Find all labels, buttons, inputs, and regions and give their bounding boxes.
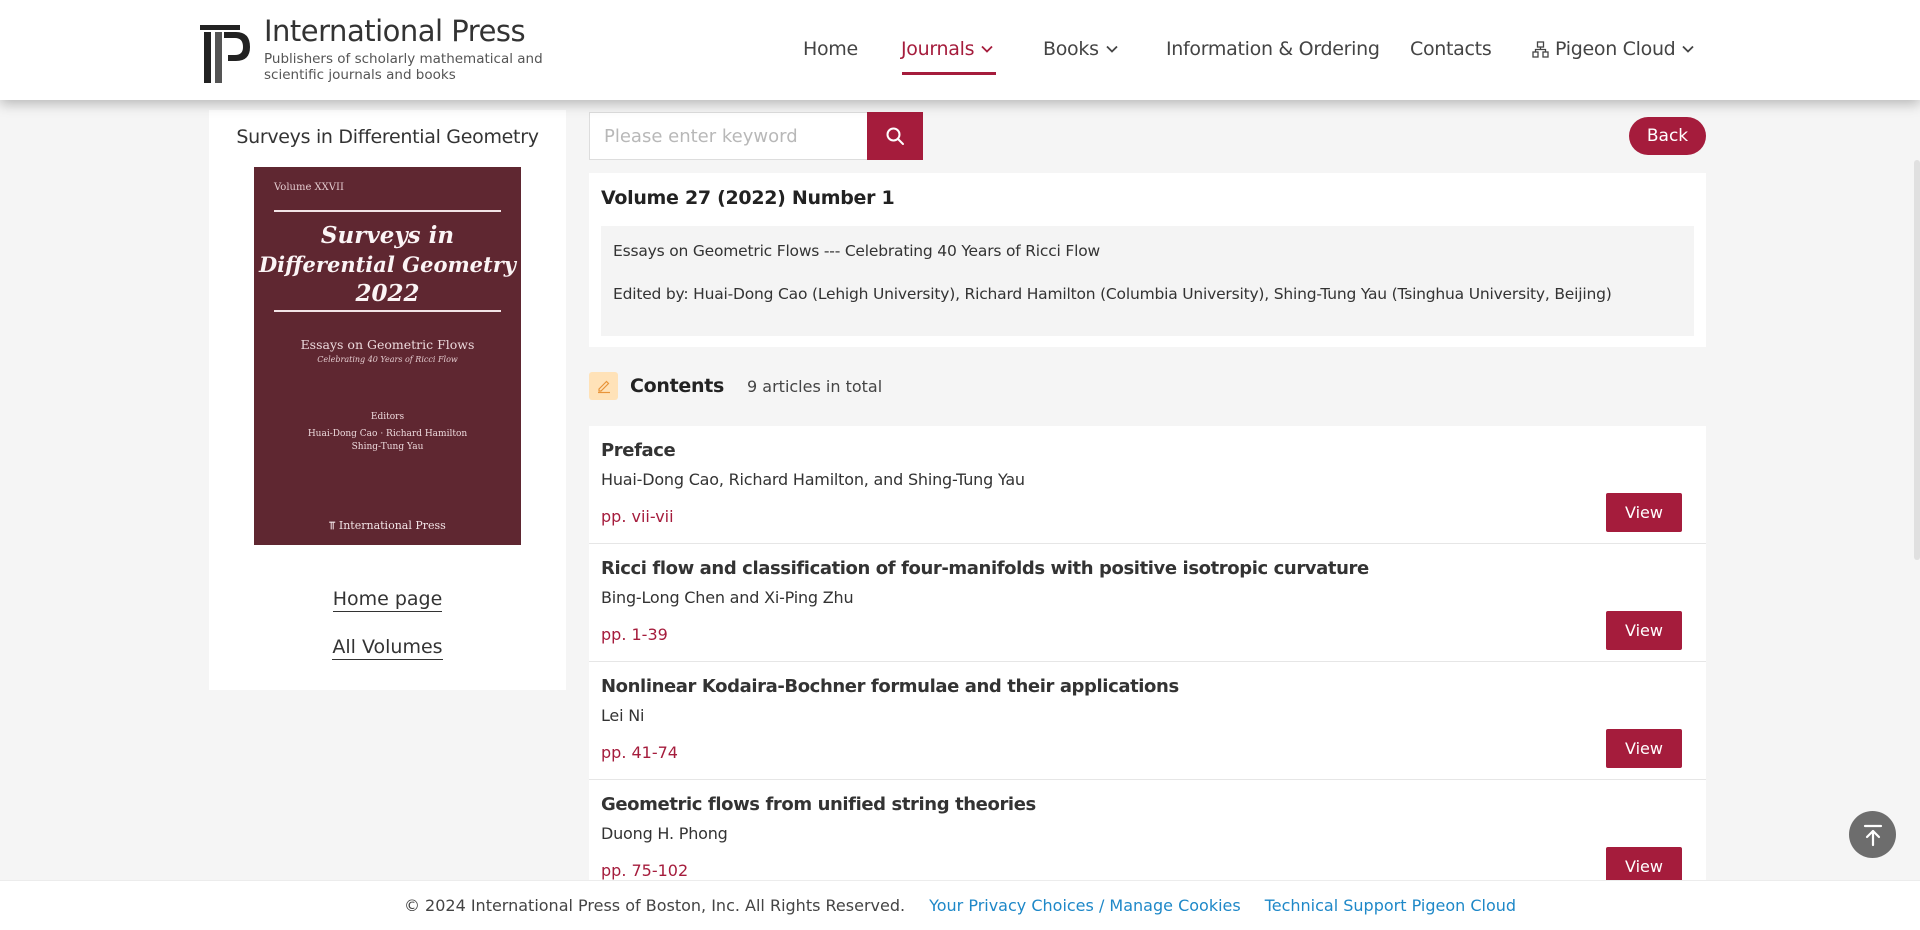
home-page-link-label: Home page — [332, 588, 443, 612]
cover-title-line3: 2022 — [355, 280, 420, 307]
article-authors: Bing-Long Chen and Xi-Ping Zhu — [601, 588, 854, 607]
view-button[interactable]: View — [1606, 611, 1682, 650]
nav-contacts-label: Contacts — [1410, 38, 1492, 60]
search-button[interactable] — [867, 112, 923, 160]
cover-title-line2: Differential Geometry — [258, 252, 517, 277]
privacy-choices-link[interactable]: Your Privacy Choices / Manage Cookies — [929, 896, 1241, 915]
nav-journals-label: Journals — [901, 38, 975, 60]
arrow-up-to-top-icon — [1863, 824, 1882, 846]
cover-divider — [274, 310, 501, 312]
nav-pigeon-label: Pigeon Cloud — [1555, 38, 1676, 60]
contents-label: Contents — [630, 375, 725, 397]
main-nav: Home Journals Books Information & Orderi… — [0, 38, 1920, 68]
search-input[interactable] — [589, 112, 868, 160]
issue-editors: Edited by: Huai-Dong Cao (Lehigh Univers… — [613, 285, 1612, 303]
journal-cover-image: Volume XXVII Surveys in Differential Geo… — [254, 167, 521, 545]
site-header: International Press Publishers of schola… — [0, 0, 1920, 100]
article-pages: pp. vii-vii — [601, 507, 674, 526]
article-title[interactable]: Ricci flow and classification of four-ma… — [601, 558, 1369, 579]
article-title[interactable]: Preface — [601, 440, 676, 461]
nav-contacts[interactable]: Contacts — [1410, 38, 1492, 60]
article-authors: Huai-Dong Cao, Richard Hamilton, and Shi… — [601, 470, 1025, 489]
journal-title: Surveys in Differential Geometry — [236, 126, 539, 148]
cover-divider — [274, 210, 501, 212]
chevron-down-icon — [981, 45, 993, 53]
cover-publisher: ⫪ International Press — [254, 519, 521, 533]
issue-title: Volume 27 (2022) Number 1 — [601, 187, 895, 209]
article-pages: pp. 41-74 — [601, 743, 678, 762]
cover-title-line1: Surveys in — [320, 222, 455, 249]
cover-editors-label: Editors — [370, 412, 405, 422]
back-button[interactable]: Back — [1629, 117, 1706, 155]
all-volumes-link[interactable]: All Volumes — [209, 636, 566, 660]
nav-pigeon-cloud[interactable]: Pigeon Cloud — [1532, 38, 1695, 60]
nav-active-underline — [902, 72, 996, 75]
journal-sidebar: Surveys in Differential Geometry Volume … — [209, 110, 566, 690]
technical-support-link[interactable]: Technical Support Pigeon Cloud — [1265, 896, 1516, 915]
article-pages: pp. 75-102 — [601, 861, 689, 880]
issue-description: Essays on Geometric Flows --- Celebratin… — [601, 226, 1694, 336]
article-item: Preface Huai-Dong Cao, Richard Hamilton,… — [589, 426, 1706, 544]
home-page-link[interactable]: Home page — [209, 588, 566, 612]
chevron-down-icon — [1682, 45, 1695, 53]
article-title[interactable]: Geometric flows from unified string theo… — [601, 794, 1036, 815]
nav-books[interactable]: Books — [1043, 38, 1119, 60]
back-to-top-button[interactable] — [1849, 811, 1896, 858]
nav-journals[interactable]: Journals — [901, 38, 994, 60]
article-item: Nonlinear Kodaira-Bochner formulae and t… — [589, 662, 1706, 780]
cover-volume: Volume XXVII — [274, 182, 344, 193]
cover-editors-line1: Huai-Dong Cao · Richard Hamilton — [307, 429, 468, 439]
copyright-text: © 2024 International Press of Boston, In… — [403, 896, 906, 915]
issue-info-card: Volume 27 (2022) Number 1 Essays on Geom… — [589, 173, 1706, 347]
cover-subtitle: Essays on Geometric Flows — [300, 337, 475, 352]
chevron-down-icon — [1106, 45, 1118, 53]
page-scrollbar[interactable] — [1914, 160, 1920, 560]
article-item: Ricci flow and classification of four-ma… — [589, 544, 1706, 662]
site-footer: © 2024 International Press of Boston, In… — [0, 880, 1920, 930]
cover-editors: Editors Huai-Dong Cao · Richard Hamilton… — [254, 411, 521, 454]
article-authors: Duong H. Phong — [601, 824, 728, 843]
nav-info-label: Information & Ordering — [1166, 38, 1380, 60]
nav-books-label: Books — [1043, 38, 1099, 60]
all-volumes-link-label: All Volumes — [332, 636, 443, 660]
article-pages: pp. 1-39 — [601, 625, 668, 644]
nav-home-label: Home — [803, 38, 858, 60]
edit-icon — [589, 372, 618, 400]
issue-theme: Essays on Geometric Flows --- Celebratin… — [613, 242, 1100, 260]
ip-logo-icon: ⫪ — [329, 519, 336, 532]
nav-information-ordering[interactable]: Information & Ordering — [1166, 38, 1380, 60]
article-authors: Lei Ni — [601, 706, 645, 725]
search-icon — [886, 127, 904, 145]
view-button[interactable]: View — [1606, 729, 1682, 768]
sitemap-icon — [1532, 40, 1549, 58]
articles-count: 9 articles in total — [747, 376, 883, 396]
cover-subtitle2: Celebrating 40 Years of Ricci Flow — [317, 355, 458, 364]
view-button[interactable]: View — [1606, 493, 1682, 532]
contents-header: Contents 9 articles in total — [589, 372, 882, 400]
article-title[interactable]: Nonlinear Kodaira-Bochner formulae and t… — [601, 676, 1179, 697]
cover-editors-line2: Shing-Tung Yau — [351, 442, 424, 452]
cover-publisher-name: International Press — [338, 519, 446, 532]
nav-home[interactable]: Home — [803, 38, 858, 60]
cover-title: Surveys in Differential Geometry 2022 — [254, 221, 521, 308]
article-list: Preface Huai-Dong Cao, Richard Hamilton,… — [589, 426, 1706, 898]
